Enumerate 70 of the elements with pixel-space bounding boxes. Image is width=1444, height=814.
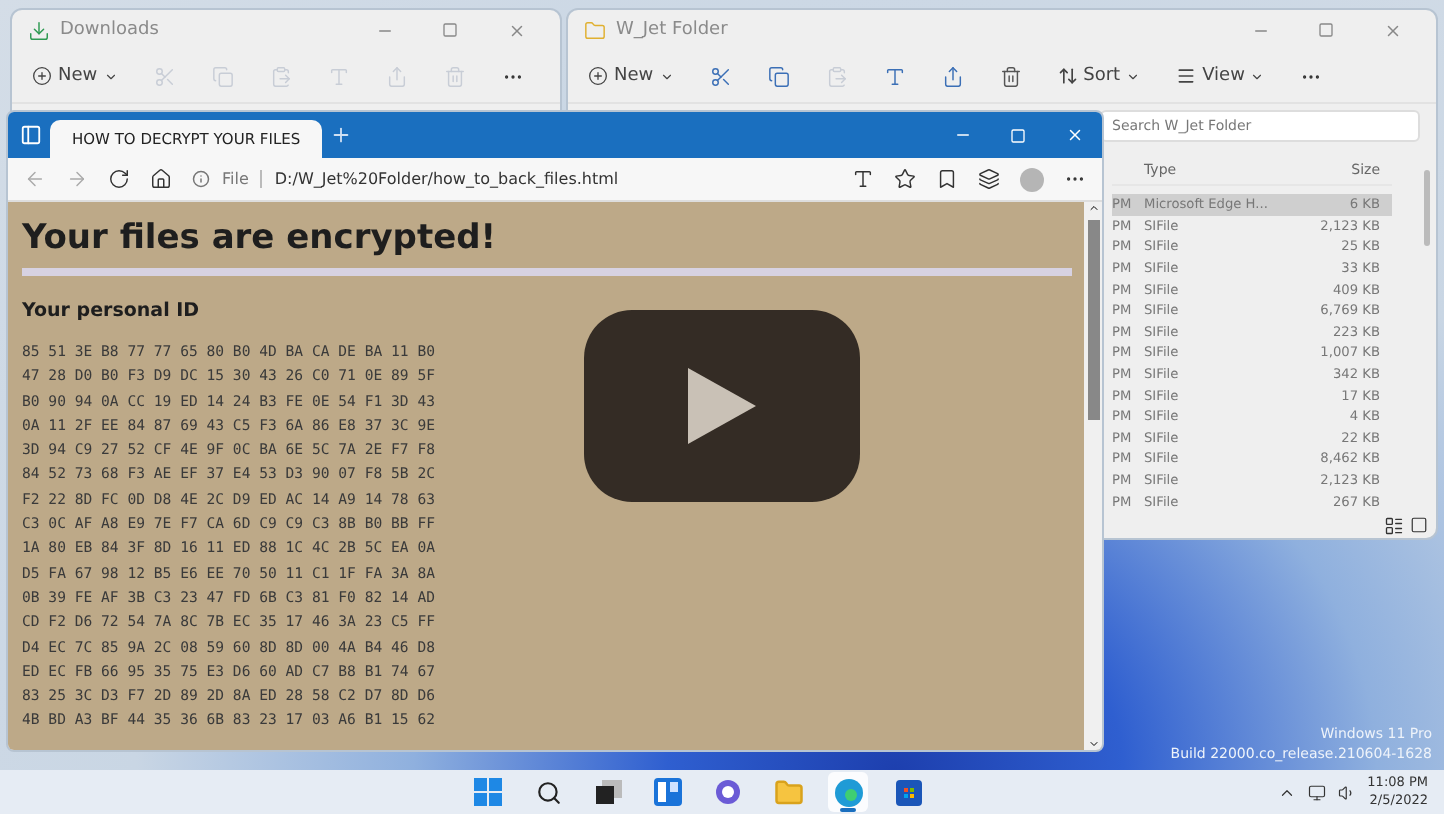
maximize-icon xyxy=(1010,127,1026,143)
maximize-icon xyxy=(442,22,458,38)
window-title: W_Jet Folder xyxy=(616,20,730,40)
delete-icon xyxy=(999,65,1022,87)
view-icon xyxy=(1176,66,1197,86)
copy-icon xyxy=(211,65,234,87)
details-view-icon xyxy=(1384,516,1404,536)
refresh-icon xyxy=(108,168,130,190)
chevron-down-icon xyxy=(1250,69,1265,83)
favorites-icon xyxy=(936,168,958,190)
chevron-down-icon xyxy=(1126,69,1141,83)
plus-icon xyxy=(588,66,608,86)
play-icon xyxy=(684,364,760,448)
page-heading: Your files are encrypted! xyxy=(22,218,499,258)
address-field[interactable]: File D:/W_Jet%20Folder/how_to_back_files.html xyxy=(192,163,832,195)
scrollbar[interactable] xyxy=(1084,202,1102,750)
forward-icon xyxy=(66,168,88,190)
share-icon xyxy=(385,65,408,87)
folder-icon xyxy=(584,19,606,41)
browser-icon xyxy=(833,777,864,807)
info-icon xyxy=(192,170,210,188)
home-icon xyxy=(150,168,172,190)
task-view-icon xyxy=(595,780,622,804)
delete-icon xyxy=(443,65,466,87)
copy-button[interactable] xyxy=(763,61,794,91)
chat-icon xyxy=(714,778,743,806)
network-icon xyxy=(1307,783,1326,801)
back-icon xyxy=(24,168,46,190)
paste-icon xyxy=(269,65,292,87)
widgets-icon xyxy=(654,778,683,806)
copy-icon xyxy=(767,65,790,87)
profile-avatar[interactable] xyxy=(1020,167,1044,191)
view-button[interactable]: View xyxy=(1172,62,1269,90)
search-icon xyxy=(535,779,562,805)
close-icon xyxy=(1065,126,1083,144)
sidebar-icon[interactable] xyxy=(20,124,42,146)
active-indicator xyxy=(840,808,857,812)
folder-icon xyxy=(773,777,804,807)
close-icon xyxy=(507,21,525,39)
new-button[interactable]: New xyxy=(28,62,122,90)
paste-icon xyxy=(825,65,848,87)
cut-icon xyxy=(153,65,176,87)
maximize-icon xyxy=(1318,22,1334,38)
sort-icon xyxy=(1057,66,1078,86)
close-icon xyxy=(1383,21,1401,39)
scrollbar-thumb[interactable] xyxy=(1424,170,1430,246)
chevron-down-icon xyxy=(103,69,118,83)
plus-icon xyxy=(32,66,52,86)
play-button[interactable] xyxy=(584,310,860,502)
volume-icon xyxy=(1337,783,1356,801)
read-aloud-icon xyxy=(852,168,874,190)
scroll-down-icon[interactable] xyxy=(1087,738,1099,750)
scroll-up-icon[interactable] xyxy=(1087,202,1099,214)
section-heading: Your personal ID xyxy=(22,300,202,322)
favorite-icon xyxy=(894,168,916,190)
share-icon xyxy=(941,65,964,87)
chevron-down-icon xyxy=(659,69,674,83)
sort-button[interactable]: Sort xyxy=(1053,62,1145,90)
tiles-view-icon xyxy=(1410,516,1428,536)
new-button[interactable]: New xyxy=(584,62,678,90)
cut-icon xyxy=(709,65,732,87)
scrollbar-thumb[interactable] xyxy=(1087,220,1099,420)
download-icon xyxy=(28,19,50,41)
new-tab-icon[interactable] xyxy=(330,124,352,146)
window-title: Downloads xyxy=(60,20,161,40)
store-icon xyxy=(895,779,922,805)
rename-icon xyxy=(327,65,350,87)
collections-icon xyxy=(978,168,1000,190)
windows-logo-icon xyxy=(474,778,503,806)
rename-icon xyxy=(883,65,906,87)
